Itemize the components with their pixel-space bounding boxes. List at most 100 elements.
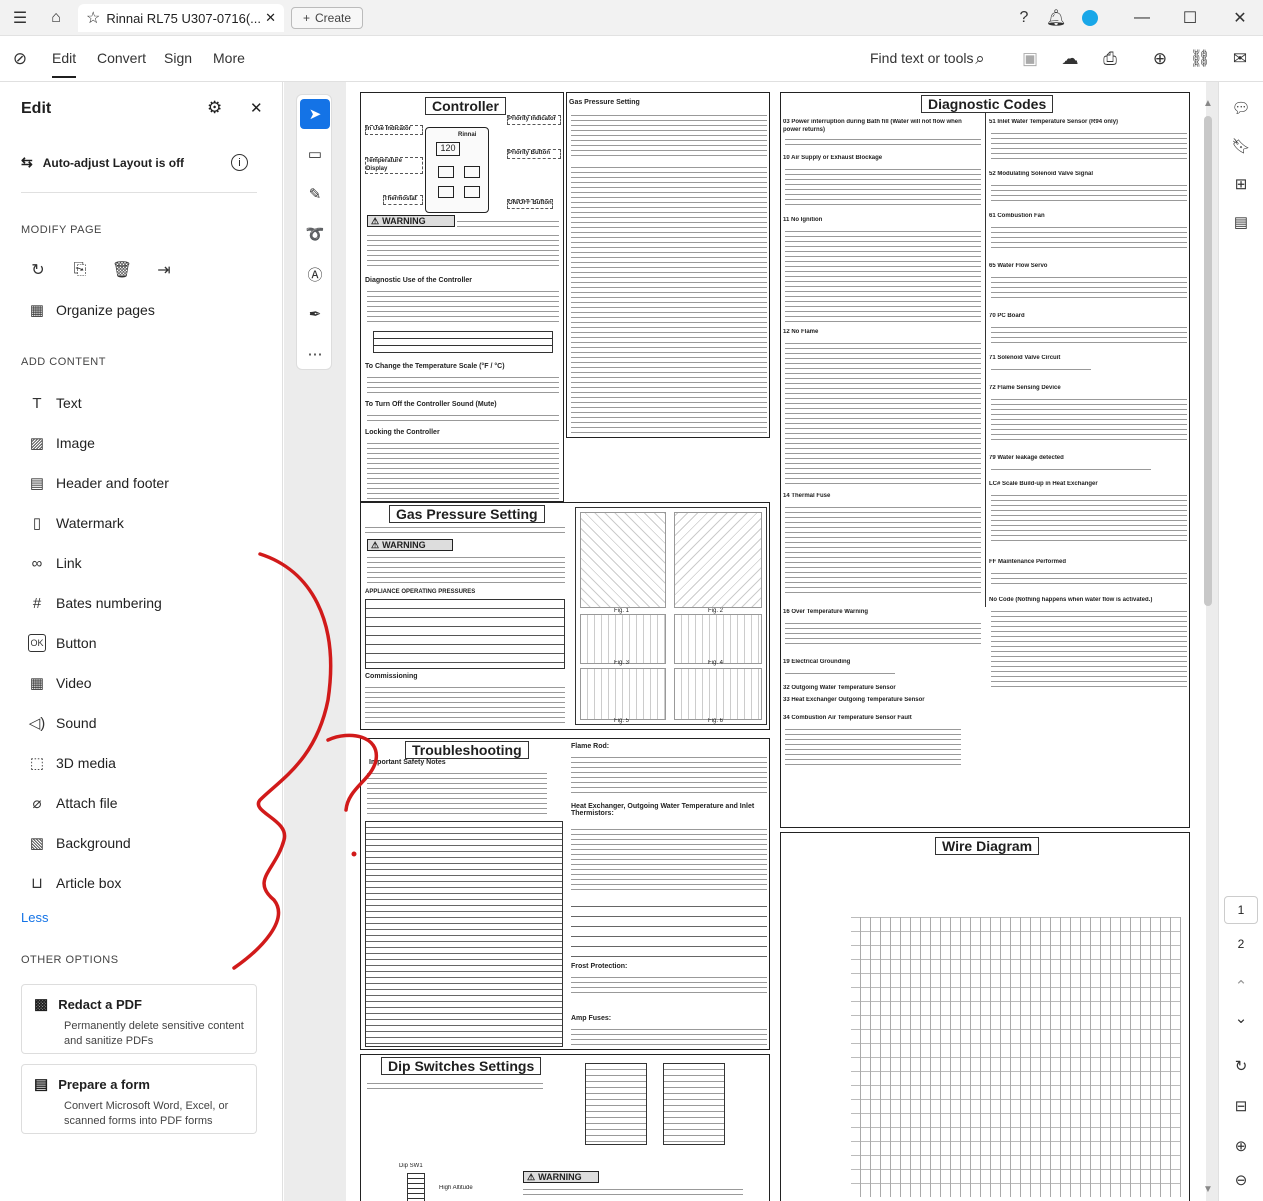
thumbnails-icon[interactable]: ⊞ bbox=[1229, 172, 1253, 196]
add-text[interactable]: T Text bbox=[28, 392, 81, 414]
organize-pages[interactable]: ▦ Organize pages bbox=[28, 299, 155, 321]
more-tools-icon[interactable]: ⋯ bbox=[300, 339, 330, 369]
menu-convert[interactable]: Convert bbox=[97, 50, 146, 66]
figure-2 bbox=[674, 512, 762, 608]
cloud-upload-icon[interactable]: ☁ bbox=[1058, 47, 1082, 71]
scroll-thumb[interactable] bbox=[1204, 116, 1212, 606]
star-icon[interactable]: ☆ bbox=[86, 8, 100, 28]
wire-diagram-heading: Wire Diagram bbox=[935, 837, 1040, 855]
add-sound[interactable]: ◁) Sound bbox=[28, 712, 97, 734]
delete-icon[interactable]: 🗑︎ bbox=[111, 259, 133, 281]
diag-code-32: 32 Outgoing Water Temperature Sensor bbox=[783, 685, 896, 691]
background[interactable]: ▧ Background bbox=[28, 832, 131, 854]
3d-media-label: 3D media bbox=[56, 755, 116, 771]
extract-page-icon[interactable]: ⇥ bbox=[153, 259, 175, 281]
page-number-2[interactable]: 2 bbox=[1224, 930, 1258, 958]
menu-icon[interactable]: ☰ bbox=[8, 6, 32, 30]
warning-icon: ⚠ bbox=[527, 1171, 536, 1182]
bates-numbering[interactable]: # Bates numbering bbox=[28, 592, 162, 614]
select-cursor-icon[interactable]: ➤ bbox=[300, 99, 330, 129]
create-button[interactable]: + Create bbox=[291, 7, 363, 29]
chevron-down-icon[interactable]: ⌄ bbox=[1229, 1006, 1253, 1030]
diag-code-text bbox=[991, 181, 1187, 201]
email-icon[interactable]: ✉ bbox=[1228, 47, 1252, 71]
zoom-out-icon[interactable]: ⊖ bbox=[1229, 1168, 1253, 1192]
close-panel-icon[interactable]: ✕ bbox=[250, 99, 263, 117]
back-icon[interactable]: ⊘ bbox=[8, 47, 32, 71]
diag-code-no-code: No Code (Nothing happens when water flow… bbox=[989, 597, 1153, 603]
title-bar: ☰ ⌂ ☆ Rinnai RL75 U307-0716(... ✕ + Crea… bbox=[0, 0, 1263, 36]
bates-icon: # bbox=[32, 594, 42, 612]
print-icon[interactable]: ⎙ bbox=[1098, 47, 1122, 71]
prepare-form-desc: Convert Microsoft Word, Excel, or scanne… bbox=[64, 1100, 229, 1127]
diag-code-text bbox=[785, 339, 981, 487]
draw-freehand-icon[interactable]: ➰ bbox=[300, 219, 330, 249]
scroll-down-icon[interactable]: ▼ bbox=[1203, 1184, 1213, 1195]
link-icon[interactable]: ⛓ bbox=[1188, 47, 1212, 71]
scroll-up-icon[interactable]: ▲ bbox=[1203, 98, 1213, 109]
minimize-icon[interactable]: — bbox=[1130, 6, 1154, 30]
gas-pressure-steps: Gas Pressure Setting bbox=[566, 92, 770, 438]
attach-file[interactable]: ⌀ Attach file bbox=[28, 792, 117, 814]
rotate-icon[interactable]: ↻ bbox=[27, 259, 49, 281]
watermark[interactable]: ▯ Watermark bbox=[28, 512, 124, 534]
add-button[interactable]: OK Button bbox=[28, 632, 96, 654]
maximize-icon[interactable]: ☐ bbox=[1178, 6, 1202, 30]
diag-code-text bbox=[785, 669, 895, 677]
share-user-icon[interactable]: ⊕ bbox=[1148, 47, 1172, 71]
help-icon[interactable]: ? bbox=[1012, 6, 1036, 30]
signature-icon[interactable]: ✒ bbox=[300, 299, 330, 329]
save-icon[interactable]: ▣ bbox=[1018, 47, 1042, 71]
fig-6-label: Fig. 6 bbox=[708, 718, 724, 724]
comments-icon[interactable]: 💬︎ bbox=[1229, 96, 1253, 120]
ink-annotation[interactable] bbox=[220, 540, 390, 980]
highlight-pen-icon[interactable]: ✎ bbox=[300, 179, 330, 209]
diag-code-34: 34 Combustion Air Temperature Sensor Fau… bbox=[783, 715, 912, 721]
refresh-icon[interactable]: ↻ bbox=[1229, 1054, 1253, 1078]
close-window-icon[interactable]: ✕ bbox=[1228, 6, 1252, 30]
add-comment-icon[interactable]: ▭ bbox=[300, 139, 330, 169]
figures-grid: Fig. 1 Fig. 2 Fig. 3 Fig. 4 Fig. 5 Fig. … bbox=[575, 507, 767, 725]
add-link[interactable]: ∞ Link bbox=[28, 552, 82, 574]
add-3d-media[interactable]: ⬚ 3D media bbox=[28, 752, 116, 774]
page-layout-icon[interactable]: ⊟ bbox=[1229, 1094, 1253, 1118]
prepare-form-card[interactable]: ▤ Prepare a form Convert Microsoft Word, … bbox=[21, 1064, 257, 1134]
zoom-in-icon[interactable]: ⊕ bbox=[1229, 1134, 1253, 1158]
attach-file-label: Attach file bbox=[56, 795, 118, 811]
document-icon[interactable]: ▤ bbox=[1229, 210, 1253, 234]
other-options-heading: OTHER OPTIONS bbox=[21, 954, 119, 966]
page-number-1[interactable]: 1 bbox=[1224, 896, 1258, 924]
menu-edit[interactable]: Edit bbox=[52, 50, 77, 78]
text-box-icon[interactable]: Ⓐ bbox=[300, 259, 330, 289]
menu-sign[interactable]: Sign bbox=[164, 50, 192, 66]
auto-adjust-row[interactable]: ⇆ Auto-adjust Layout is off bbox=[21, 154, 184, 171]
document-tab[interactable]: ☆ Rinnai RL75 U307-0716(... ✕ bbox=[78, 4, 284, 32]
less-link[interactable]: Less bbox=[21, 910, 48, 925]
header-and-footer[interactable]: ▤ Header and footer bbox=[28, 472, 169, 494]
insert-page-icon[interactable]: ⎘ bbox=[69, 259, 91, 281]
fig-4-label: Fig. 4 bbox=[708, 660, 724, 666]
diag-code-text bbox=[991, 395, 1187, 443]
redact-title: Redact a PDF bbox=[58, 996, 142, 1012]
find-text-or-tools[interactable]: Find text or tools bbox=[870, 50, 974, 66]
bookmark-icon[interactable]: 🔖︎ bbox=[1229, 134, 1253, 158]
menu-more[interactable]: More bbox=[213, 50, 245, 66]
article-box[interactable]: ⊔ Article box bbox=[28, 872, 121, 894]
close-tab-icon[interactable]: ✕ bbox=[265, 10, 276, 26]
info-icon[interactable]: i bbox=[231, 154, 248, 171]
diag-code-65: 65 Water Flow Servo bbox=[989, 263, 1048, 269]
dip-sw1-graphic bbox=[407, 1173, 425, 1201]
search-icon[interactable]: ⌕ bbox=[968, 47, 992, 71]
warning-text bbox=[367, 231, 559, 267]
settings-icon[interactable]: ⚙ bbox=[207, 98, 222, 118]
add-image[interactable]: ▨ Image bbox=[28, 432, 95, 454]
pdf-page[interactable]: Controller Rinnai 120 In Use Indicator T… bbox=[346, 82, 1206, 1201]
add-video[interactable]: ▦ Video bbox=[28, 672, 92, 694]
home-icon[interactable]: ⌂ bbox=[44, 6, 68, 30]
vertical-scrollbar[interactable]: ▲ ▼ bbox=[1201, 98, 1215, 1198]
redact-pdf-card[interactable]: ▩ Redact a PDF Permanently delete sensiti… bbox=[21, 984, 257, 1054]
turn-off-sound-heading: To Turn Off the Controller Sound (Mute) bbox=[365, 401, 497, 408]
chevron-up-icon[interactable]: ⌃ bbox=[1229, 974, 1253, 998]
notifications-icon[interactable]: 🔔︎ bbox=[1044, 6, 1068, 30]
avatar[interactable] bbox=[1078, 6, 1102, 30]
